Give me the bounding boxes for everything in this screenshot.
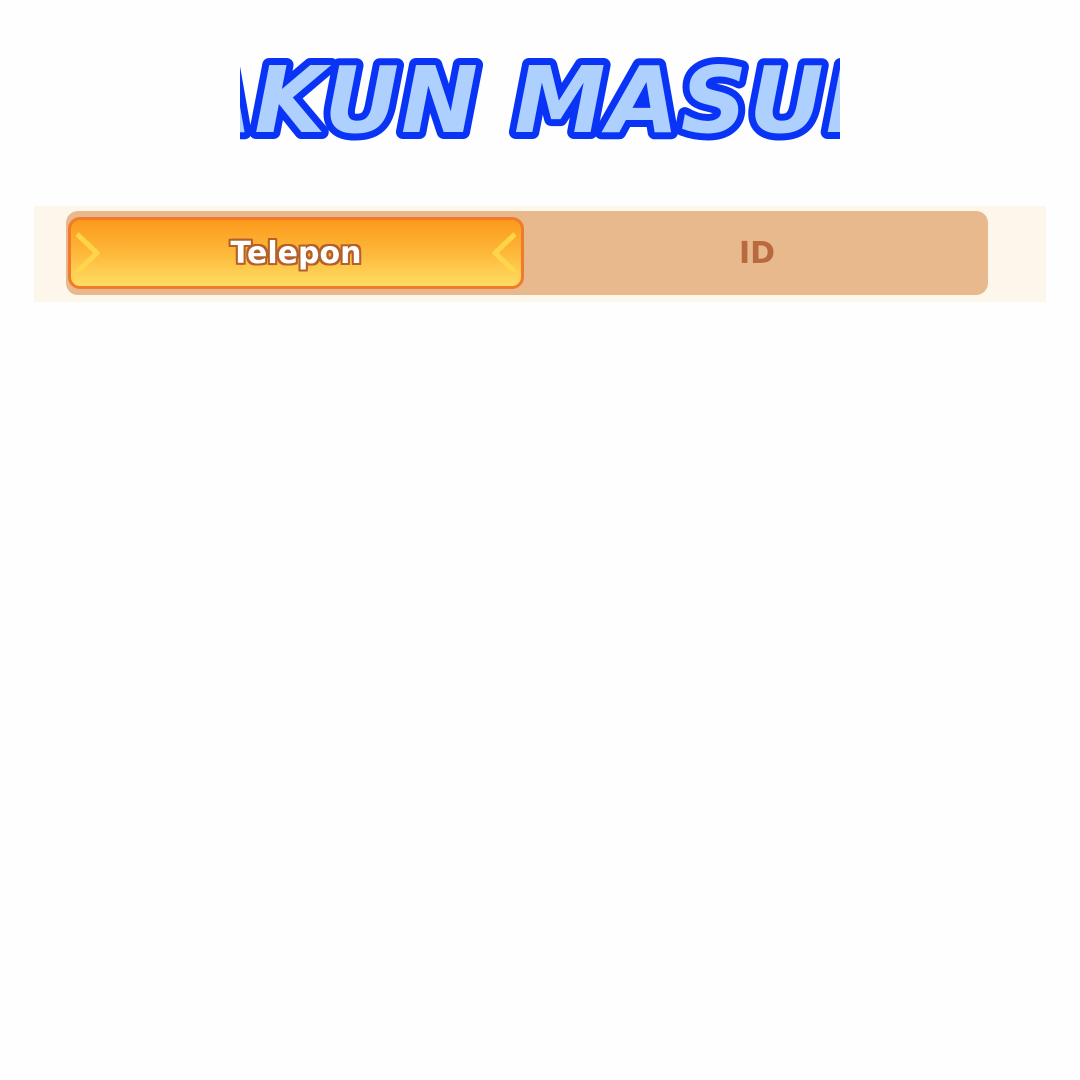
- tab-telepon-label: Telepon: [230, 235, 362, 271]
- page-title-text: AKUN MASUK: [240, 47, 840, 154]
- tab-track: Telepon ID: [66, 211, 988, 295]
- chevron-left-icon: [492, 232, 517, 274]
- login-screen: AKUN MASUK AKUN MASUK Telepon ID: [0, 0, 1080, 1080]
- page-title-container: AKUN MASUK AKUN MASUK: [0, 30, 1080, 160]
- chevron-right-icon: [75, 232, 100, 274]
- tab-id-label: ID: [738, 235, 776, 271]
- login-method-tabs: Telepon ID: [34, 206, 1046, 302]
- tab-telepon[interactable]: Telepon: [68, 217, 524, 289]
- tab-id[interactable]: ID: [528, 217, 986, 289]
- page-title: AKUN MASUK AKUN MASUK: [240, 40, 840, 160]
